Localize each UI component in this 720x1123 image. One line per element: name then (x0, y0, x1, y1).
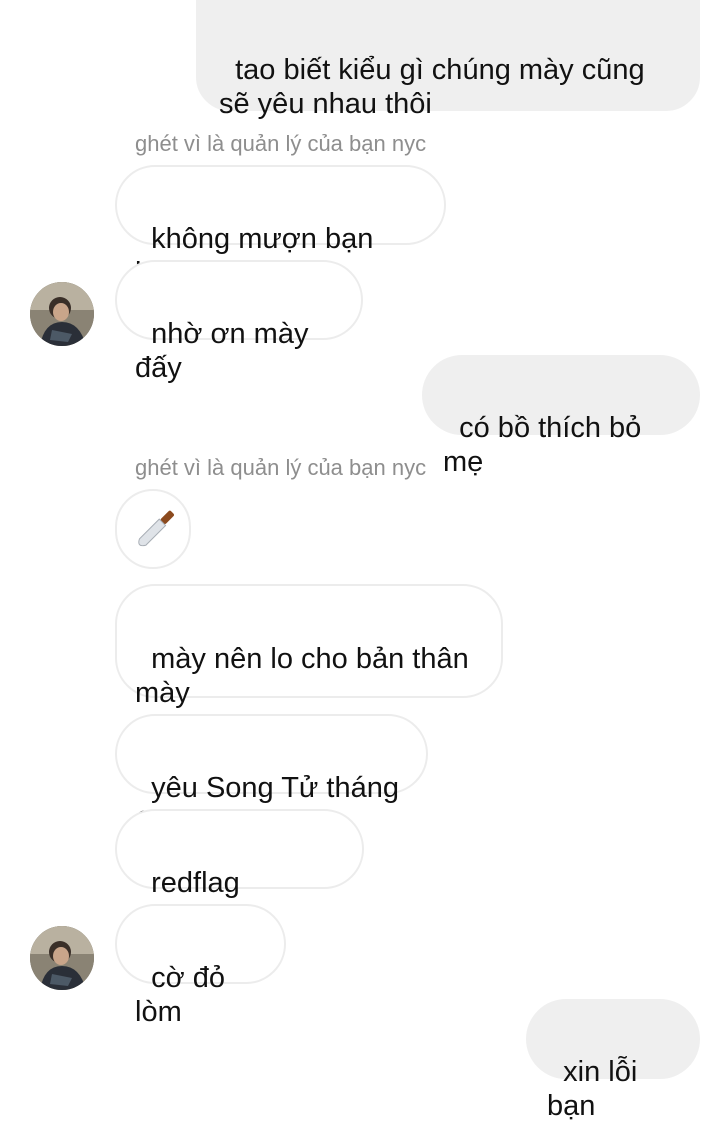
incoming-message-bubble[interactable]: redflag (115, 809, 364, 964)
sender-avatar[interactable] (30, 282, 94, 346)
incoming-message-bubble[interactable]: nhờ ơn mày đấy (115, 260, 363, 384)
outgoing-message-bubble[interactable]: tao biết kiểu gì chúng mày cũng sẽ yêu n… (196, 0, 700, 120)
incoming-message-bubble[interactable]: yêu Song Tử tháng 6 (115, 714, 428, 838)
avatar-photo-icon (30, 926, 94, 990)
incoming-message-bubble[interactable]: cờ đỏ lòm (115, 904, 286, 1028)
incoming-emoji-bubble[interactable] (115, 489, 191, 569)
message-text: mày nên lo cho bản thân mày (135, 643, 477, 709)
outgoing-message-bubble[interactable]: xin lỗi bạn (526, 999, 700, 1122)
avatar-photo-icon (30, 282, 94, 346)
message-text: nhờ ơn mày đấy (135, 318, 317, 384)
message-text: tao biết kiểu gì chúng mày cũng sẽ yêu n… (219, 54, 653, 120)
sender-label: ghét vì là quản lý của bạn nyc (135, 455, 427, 480)
outgoing-message-bubble[interactable]: có bồ thích bỏ mẹ (422, 355, 700, 478)
message-text: redflag (151, 867, 240, 899)
sender-avatar[interactable] (30, 926, 94, 990)
incoming-message-bubble[interactable]: không mượn bạn bơm (115, 165, 446, 289)
sender-label: ghét vì là quản lý của bạn nyc (135, 131, 427, 156)
knife-icon (138, 510, 174, 547)
message-text: có bồ thích bỏ mẹ (443, 412, 650, 478)
message-text: xin lỗi bạn (547, 1056, 646, 1122)
incoming-message-bubble[interactable]: mày nên lo cho bản thân mày (115, 584, 503, 709)
